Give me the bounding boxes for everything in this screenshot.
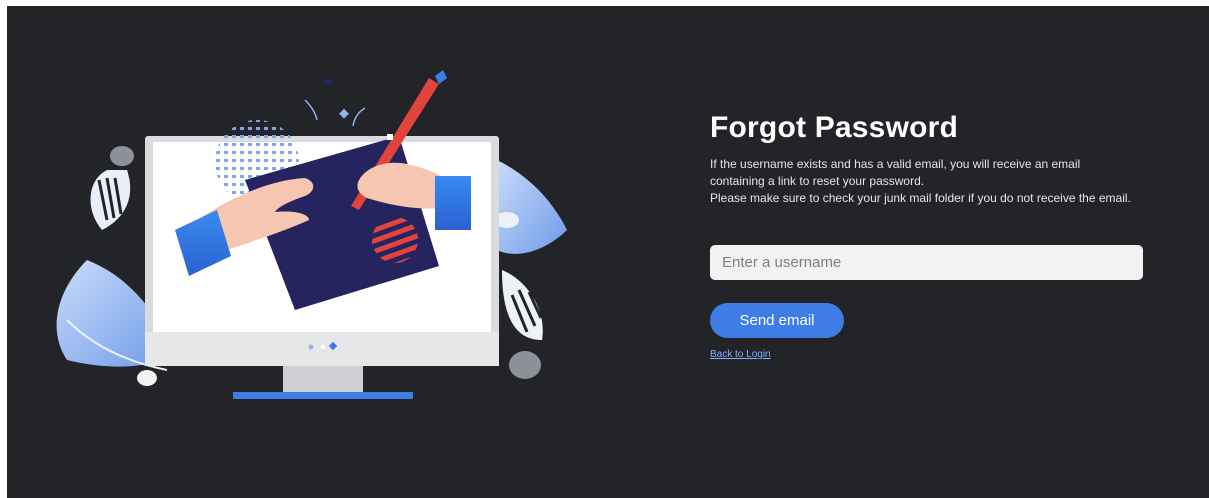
back-to-login-link[interactable]: Back to Login	[710, 349, 771, 360]
instructions-line: Please make sure to check your junk mail…	[710, 191, 1131, 205]
right-leaf-icon	[495, 160, 567, 379]
instructions-line: If the username exists and has a valid e…	[710, 157, 1081, 171]
instructions-text: If the username exists and has a valid e…	[710, 156, 1150, 207]
page-frame: Forgot Password If the username exists a…	[7, 6, 1209, 498]
forgot-password-panel: Forgot Password If the username exists a…	[710, 110, 1150, 362]
instructions-line: containing a link to reset your password…	[710, 174, 925, 188]
computer-signing-illustration	[56, 70, 567, 399]
username-input[interactable]	[710, 245, 1143, 280]
page-title: Forgot Password	[710, 111, 959, 144]
send-email-button[interactable]: Send email	[710, 303, 844, 338]
sparkle-icon	[304, 76, 366, 127]
